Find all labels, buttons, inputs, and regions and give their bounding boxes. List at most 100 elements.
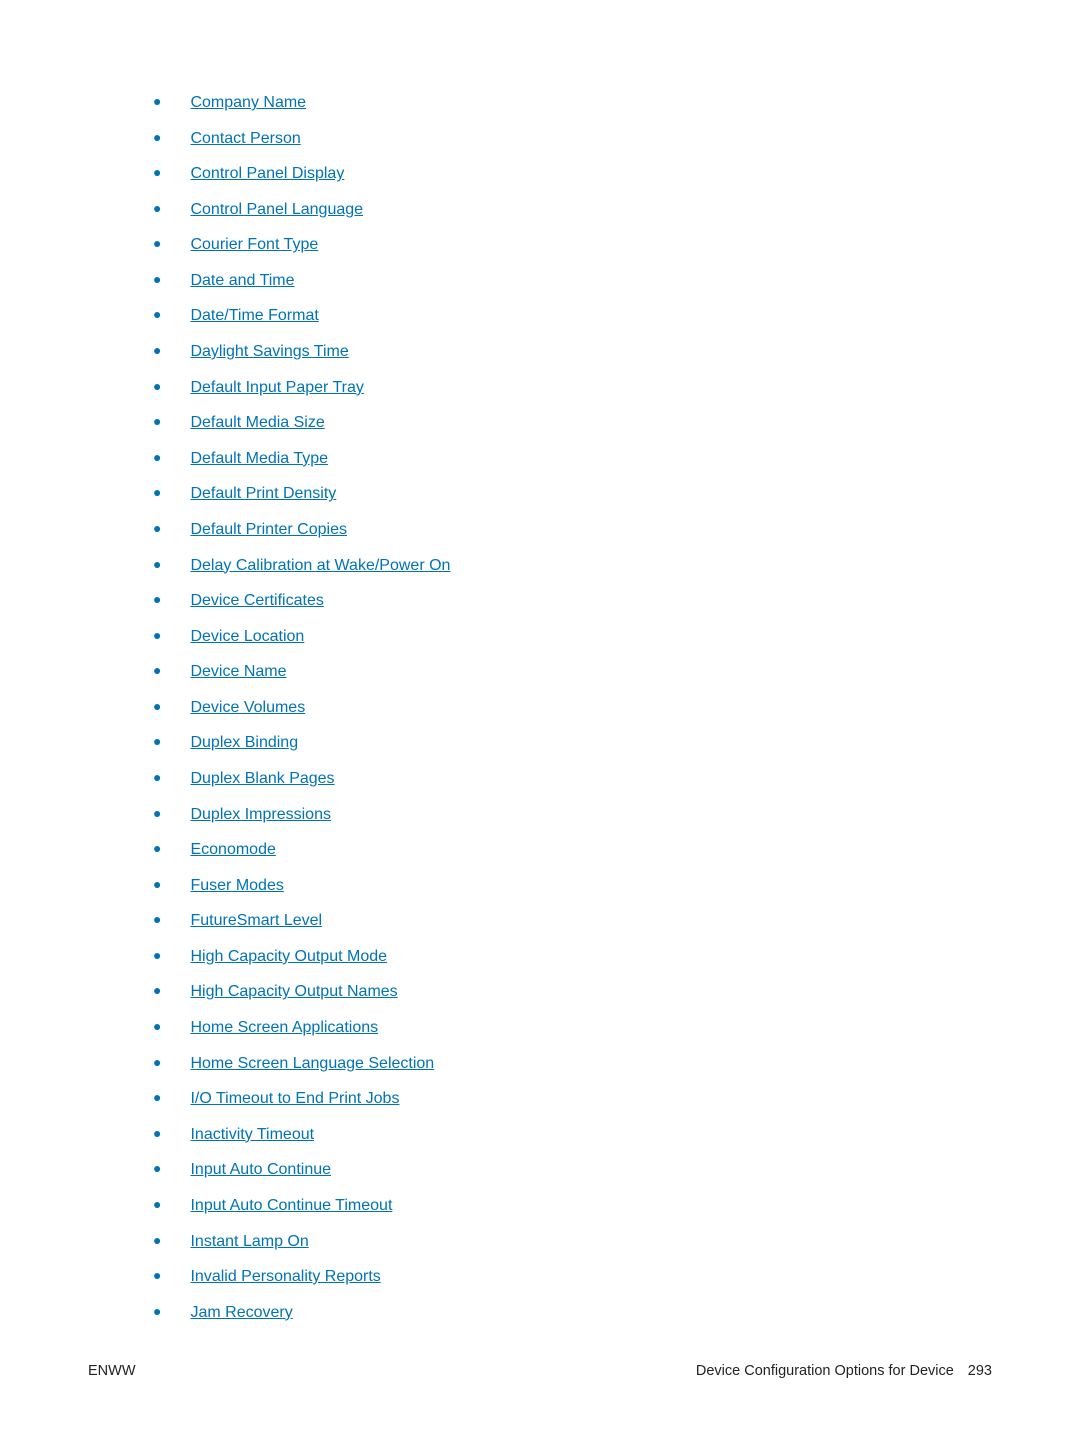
bullet-icon: ● (153, 946, 161, 966)
list-item: ● Home Screen Language Selection (153, 1053, 992, 1075)
config-option-link[interactable]: Contact Person (190, 128, 300, 150)
page-content: ●Company Name●Contact Person●Control Pan… (0, 0, 1080, 1437)
footer-section-title: Device Configuration Options for Device (696, 1363, 954, 1379)
config-option-link[interactable]: Control Panel Language (190, 199, 363, 221)
config-option-link[interactable]: Invalid Personality Reports (190, 1266, 380, 1288)
bullet-icon: ● (153, 1088, 161, 1108)
config-option-link[interactable]: Default Media Type (190, 448, 328, 470)
list-item: ●Default Media Size (153, 412, 992, 434)
config-option-link[interactable]: Control Panel Display (190, 163, 344, 185)
bullet-icon: ● (153, 199, 161, 219)
link-list: ●Company Name●Contact Person●Control Pan… (153, 92, 992, 1324)
config-option-link[interactable]: Input Auto Continue Timeout (190, 1195, 392, 1217)
list-item: ●Default Printer Copies (153, 519, 992, 541)
list-item: ● Device Location (153, 626, 992, 648)
config-option-link[interactable]: Default Media Size (190, 412, 324, 434)
bullet-icon: ● (153, 448, 161, 468)
bullet-icon: ● (153, 1159, 161, 1179)
list-item: ● Date/Time Format (153, 305, 992, 327)
bullet-icon: ● (153, 661, 161, 681)
config-option-link[interactable]: Duplex Blank Pages (190, 768, 334, 790)
list-item: ● Input Auto Continue (153, 1159, 992, 1181)
list-item: ● Device Name (153, 661, 992, 683)
config-option-link[interactable]: I/O Timeout to End Print Jobs (190, 1088, 399, 1110)
link-list-container: ●Company Name●Contact Person●Control Pan… (88, 92, 992, 1324)
list-item: ● I/O Timeout to End Print Jobs (153, 1088, 992, 1110)
bullet-icon: ● (153, 1195, 161, 1215)
list-item: ● Delay Calibration at Wake/Power On (153, 555, 992, 577)
list-item: ● FutureSmart Level (153, 910, 992, 932)
config-option-link[interactable]: Input Auto Continue (190, 1159, 331, 1181)
list-item: ●High Capacity Output Names (153, 981, 992, 1003)
config-option-link[interactable]: Date and Time (190, 270, 294, 292)
config-option-link[interactable]: Default Input Paper Tray (190, 377, 363, 399)
config-option-link[interactable]: Company Name (190, 92, 306, 114)
config-option-link[interactable]: Fuser Modes (190, 875, 283, 897)
config-option-link[interactable]: Duplex Impressions (190, 804, 331, 826)
config-option-link[interactable]: Device Name (190, 661, 286, 683)
bullet-icon: ● (153, 839, 161, 859)
bullet-icon: ● (153, 875, 161, 895)
config-option-link[interactable]: FutureSmart Level (190, 910, 322, 932)
list-item: ●Home Screen Applications (153, 1017, 992, 1039)
footer-page-number: 293 (968, 1363, 992, 1379)
bullet-icon: ● (153, 1053, 161, 1073)
bullet-icon: ● (153, 732, 161, 752)
list-item: ● Daylight Savings Time (153, 341, 992, 363)
page-footer: ENWW Device Configuration Options for De… (88, 1363, 992, 1379)
list-item: ●Company Name (153, 92, 992, 114)
list-item: ● Fuser Modes (153, 875, 992, 897)
config-option-link[interactable]: Date/Time Format (190, 305, 318, 327)
bullet-icon: ● (153, 804, 161, 824)
list-item: ● Duplex Binding (153, 732, 992, 754)
list-item: ● Duplex Impressions (153, 804, 992, 826)
list-item: ● Device Certificates (153, 590, 992, 612)
config-option-link[interactable]: Delay Calibration at Wake/Power On (190, 555, 450, 577)
bullet-icon: ● (153, 1231, 161, 1251)
list-item: ● Contact Person (153, 128, 992, 150)
config-option-link[interactable]: Device Location (190, 626, 304, 648)
list-item: ● Jam Recovery (153, 1302, 992, 1324)
config-option-link[interactable]: Default Printer Copies (190, 519, 347, 541)
config-option-link[interactable]: Jam Recovery (190, 1302, 292, 1324)
list-item: ●Default Input Paper Tray (153, 377, 992, 399)
config-option-link[interactable]: Instant Lamp On (190, 1231, 308, 1253)
list-item: ● High Capacity Output Mode (153, 946, 992, 968)
list-item: ● Date and Time (153, 270, 992, 292)
list-item: ● Control Panel Language (153, 199, 992, 221)
bullet-icon: ● (153, 341, 161, 361)
config-option-link[interactable]: High Capacity Output Mode (190, 946, 387, 968)
list-item: ● Default Print Density (153, 483, 992, 505)
list-item: ● Inactivity Timeout (153, 1124, 992, 1146)
bullet-icon: ● (153, 128, 161, 148)
bullet-icon: ● (153, 626, 161, 646)
list-item: ● Instant Lamp On (153, 1231, 992, 1253)
bullet-icon: ● (153, 1124, 161, 1144)
bullet-icon: ● (153, 768, 161, 788)
list-item: ● Courier Font Type (153, 234, 992, 256)
config-option-link[interactable]: Courier Font Type (190, 234, 318, 256)
config-option-link[interactable]: High Capacity Output Names (190, 981, 397, 1003)
config-option-link[interactable]: Inactivity Timeout (190, 1124, 314, 1146)
bullet-icon: ● (153, 1302, 161, 1322)
list-item: ● Default Media Type (153, 448, 992, 470)
config-option-link[interactable]: Device Certificates (190, 590, 323, 612)
config-option-link[interactable]: Economode (190, 839, 275, 861)
bullet-icon: ● (153, 1266, 161, 1286)
bullet-icon: ● (153, 305, 161, 325)
config-option-link[interactable]: Home Screen Language Selection (190, 1053, 434, 1075)
config-option-link[interactable]: Daylight Savings Time (190, 341, 348, 363)
bullet-icon: ● (153, 910, 161, 930)
list-item: ● Economode (153, 839, 992, 861)
config-option-link[interactable]: Duplex Binding (190, 732, 298, 754)
config-option-link[interactable]: Device Volumes (190, 697, 305, 719)
list-item: ● Duplex Blank Pages (153, 768, 992, 790)
list-item: ● Input Auto Continue Timeout (153, 1195, 992, 1217)
bullet-icon: ● (153, 234, 161, 254)
config-option-link[interactable]: Home Screen Applications (190, 1017, 378, 1039)
bullet-icon: ● (153, 483, 161, 503)
bullet-icon: ● (153, 270, 161, 290)
bullet-icon: ● (153, 590, 161, 610)
bullet-icon: ● (153, 555, 161, 575)
config-option-link[interactable]: Default Print Density (190, 483, 336, 505)
